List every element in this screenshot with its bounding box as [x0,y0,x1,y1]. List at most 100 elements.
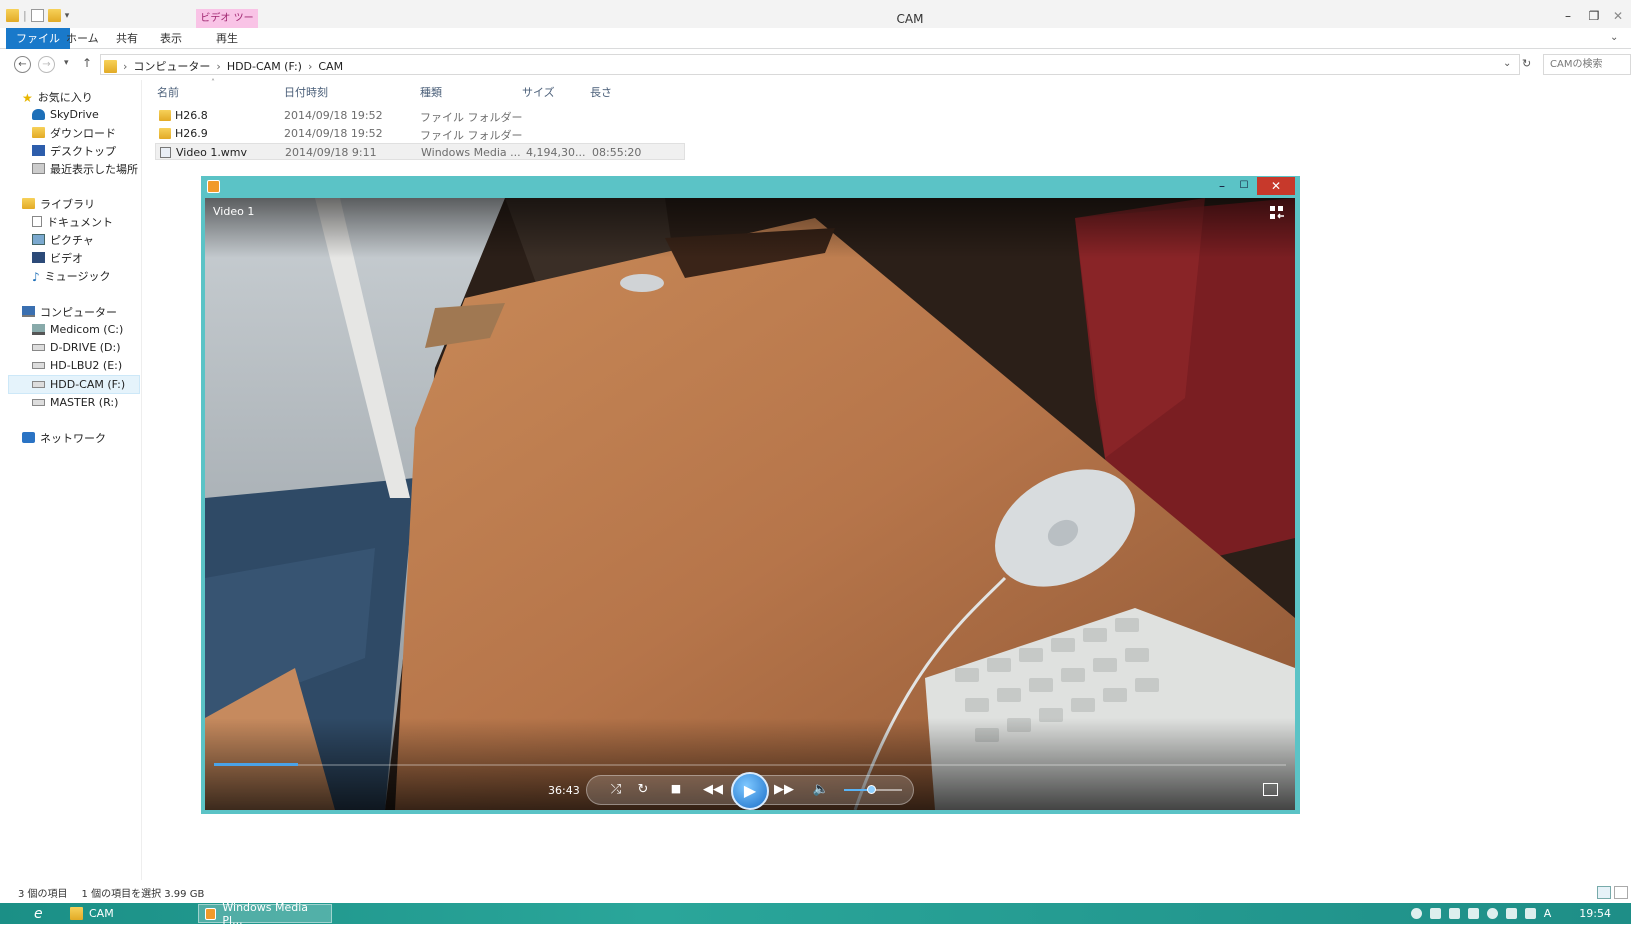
player-close-button[interactable]: ✕ [1257,177,1295,195]
star-icon: ★ [22,91,33,105]
tab-view[interactable]: 表示 [150,28,192,49]
player-minimize-button[interactable]: – [1211,177,1233,195]
nav-music[interactable]: ♪ ミュージック [32,267,110,285]
volume-icon[interactable]: 🔈 [810,782,832,797]
cloud-icon [32,109,45,120]
desktop-icon [32,145,45,156]
search-input[interactable]: CAMの検索 [1543,54,1631,75]
switch-to-library-icon[interactable] [1270,206,1284,220]
nav-recent[interactable]: 最近表示した場所 [32,160,138,177]
nav-drive-d[interactable]: D-DRIVE (D:) [32,339,121,356]
large-icons-view-icon[interactable] [1614,886,1628,899]
tab-share[interactable]: 共有 [106,28,148,49]
back-icon[interactable]: ← [14,56,31,73]
taskbar-item-media-player[interactable]: Windows Media Pl... [198,901,332,927]
drive-icon [32,381,45,388]
videos-icon [32,252,45,263]
time-elapsed: 36:43 [548,784,580,797]
document-icon [32,216,42,227]
file-row-selected[interactable]: Video 1.wmv 2014/09/18 9:11 Windows Medi… [155,143,685,160]
refresh-icon[interactable]: ↻ [1522,57,1531,70]
volume-slider-handle[interactable] [867,785,876,794]
ime-indicator[interactable]: A [1544,907,1552,920]
next-icon[interactable]: ▶▶ [773,782,795,797]
drive-icon [32,399,45,406]
system-drive-icon [32,324,45,335]
recent-places-icon [32,163,45,174]
tab-home[interactable]: ホーム [56,28,109,49]
network-status-icon[interactable] [1505,908,1517,919]
folder-icon [159,110,171,121]
close-button[interactable]: ✕ [1606,8,1630,24]
fullscreen-icon[interactable] [1263,783,1278,796]
internet-explorer-icon[interactable]: e [28,904,58,923]
music-icon: ♪ [32,270,40,284]
previous-icon[interactable]: ◀◀ [702,782,724,797]
pictures-icon [32,234,45,245]
column-name[interactable]: 名前 [157,84,179,100]
tray-icon[interactable] [1429,908,1441,919]
forward-icon[interactable]: → [38,56,55,73]
nav-desktop[interactable]: デスクトップ [32,142,116,159]
nav-favorites[interactable]: ★ お気に入り [22,88,93,106]
taskbar-item-cam[interactable]: CAM [64,904,188,923]
library-icon [22,198,35,209]
details-view-icon[interactable] [1597,886,1611,899]
clock[interactable]: 19:54 [1579,907,1611,920]
tab-play[interactable]: 再生 [206,28,248,49]
tray-icon[interactable] [1486,908,1498,919]
downloads-icon [32,127,45,138]
status-bar: 3 個の項目 1 個の項目を選択 3.99 GB [18,885,204,900]
column-length[interactable]: 長さ [590,84,612,100]
drive-icon [32,344,45,351]
network-icon [22,432,35,443]
video-file-icon [160,147,171,158]
nav-skydrive[interactable]: SkyDrive [32,106,99,123]
nav-computer[interactable]: コンピューター [22,303,117,320]
column-date[interactable]: 日付時刻 [284,84,328,100]
media-player-app-icon [205,907,217,920]
nav-drive-c[interactable]: Medicom (C:) [32,321,123,338]
selection-info: 1 個の項目を選択 3.99 GB [81,889,205,900]
breadcrumb: › コンピューター › HDD-CAM (F:) › CAM [104,58,343,74]
video-frame[interactable] [205,198,1295,810]
player-maximize-button[interactable]: ☐ [1233,177,1255,195]
nav-drive-e[interactable]: HD-LBU2 (E:) [32,357,122,374]
breadcrumb-computer[interactable]: コンピューター [133,58,210,74]
seek-bar[interactable] [214,764,1286,766]
up-icon[interactable]: ↑ [82,56,92,70]
shuffle-icon[interactable]: ⤮ [605,782,627,797]
column-type[interactable]: 種類 [420,84,442,100]
breadcrumb-drive[interactable]: HDD-CAM (F:) [227,60,302,73]
tray-icon[interactable] [1410,908,1422,919]
nav-libraries[interactable]: ライブラリ [22,195,95,212]
tray-icon[interactable] [1448,908,1460,919]
seek-bar-progress [214,763,298,766]
repeat-icon[interactable]: ↻ [632,782,654,797]
stop-icon[interactable]: ■ [665,782,687,795]
restore-button[interactable]: ❐ [1582,8,1606,24]
minimize-button[interactable]: – [1556,8,1580,24]
volume-tray-icon[interactable] [1524,908,1536,919]
nav-drive-r[interactable]: MASTER (R:) [32,394,118,411]
breadcrumb-cam[interactable]: CAM [318,60,343,73]
file-row[interactable]: H26.9 2014/09/18 19:52 ファイル フォルダー [155,125,685,142]
file-row[interactable]: H26.8 2014/09/18 19:52 ファイル フォルダー [155,107,685,124]
nav-pictures[interactable]: ピクチャ [32,231,94,248]
media-player-app-icon [207,180,220,193]
tray-icon[interactable] [1467,908,1479,919]
column-size[interactable]: サイズ [522,84,555,100]
recent-locations-icon[interactable]: ▾ [64,58,69,68]
nav-drive-f[interactable]: HDD-CAM (F:) [32,376,125,393]
address-dropdown-icon[interactable]: ⌄ [1503,58,1511,69]
nav-downloads[interactable]: ダウンロード [32,124,116,141]
sort-ascending-icon: ˄ [211,78,215,87]
nav-videos[interactable]: ビデオ [32,249,83,266]
item-count: 3 個の項目 [18,889,68,900]
play-button[interactable]: ▶ [731,772,769,810]
nav-documents[interactable]: ドキュメント [32,213,113,230]
video-scene [205,198,1295,810]
video-title: Video 1 [213,205,255,218]
expand-ribbon-icon[interactable]: ⌄ [1610,32,1618,43]
nav-network[interactable]: ネットワーク [22,429,106,446]
